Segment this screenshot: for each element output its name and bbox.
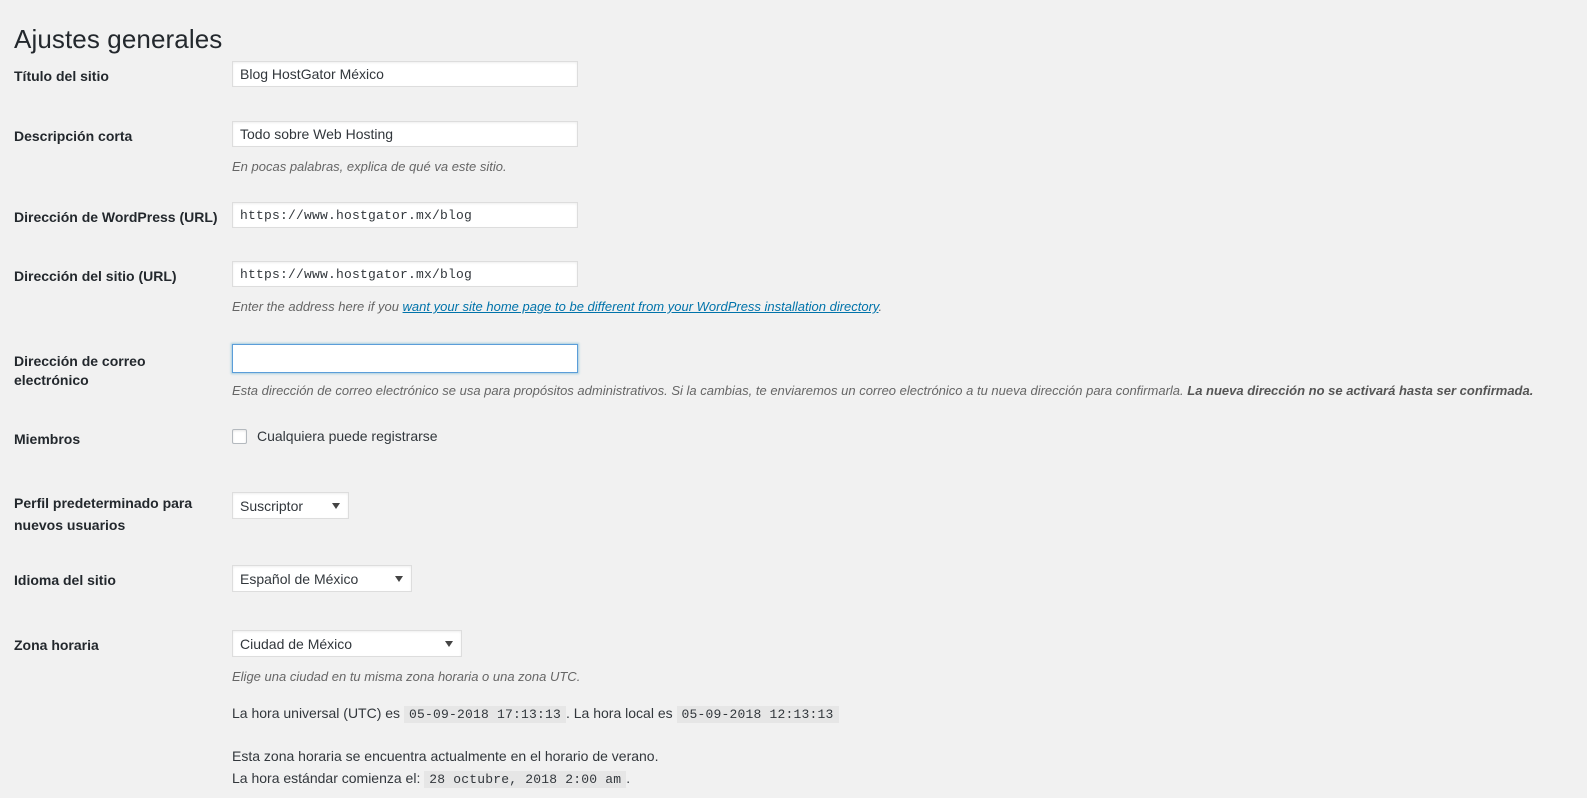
site-title-input[interactable]: [232, 61, 578, 87]
utc-time-prefix: La hora universal (UTC) es: [232, 705, 401, 721]
tagline-input[interactable]: [232, 121, 578, 147]
row-site-title: Título del sitio: [0, 56, 1587, 115]
timezone-description: Elige una ciudad en tu misma zona horari…: [232, 669, 581, 684]
row-tagline: Descripción corta En pocas palabras, exp…: [0, 115, 1587, 196]
row-site-language: Idioma del sitio Español de México: [0, 562, 1587, 621]
chevron-down-icon: [445, 640, 453, 647]
site-url-description: Enter the address here if you want your …: [232, 298, 882, 316]
site-url-description-prefix: Enter the address here if you: [232, 299, 403, 314]
general-settings-page: Ajustes generales Título del sitio Descr…: [0, 0, 1587, 798]
label-wordpress-url: Dirección de WordPress (URL): [14, 209, 218, 225]
row-default-role: Perfil predeterminado para nuevos usuari…: [0, 492, 1587, 562]
label-tagline: Descripción corta: [14, 128, 133, 144]
row-admin-email: Dirección de correo electrónico Esta dir…: [0, 339, 1587, 422]
wordpress-url-input[interactable]: [232, 202, 578, 228]
timezone-value: Ciudad de México: [240, 635, 353, 652]
row-timezone: Zona horaria Ciudad de México Elige una …: [0, 621, 1587, 788]
label-site-title: Título del sitio: [14, 68, 109, 84]
default-role-value: Suscriptor: [240, 497, 304, 514]
membership-checkbox[interactable]: [232, 428, 247, 444]
admin-email-description: Esta dirección de correo electrónico se …: [232, 382, 1533, 400]
admin-email-description-bold: La nueva dirección no se activará hasta …: [1187, 383, 1534, 398]
tagline-description: En pocas palabras, explica de qué va est…: [232, 159, 507, 174]
settings-form-table: Título del sitio Descripción corta En po…: [0, 56, 1587, 788]
chevron-down-icon: [395, 575, 403, 582]
site-url-description-suffix: .: [878, 299, 883, 314]
admin-email-description-normal: Esta dirección de correo electrónico se …: [232, 383, 1188, 398]
timezone-select[interactable]: Ciudad de México: [232, 630, 462, 657]
timezone-dst-notice: Esta zona horaria se encuentra actualmen…: [232, 748, 659, 764]
local-time-prefix: . La hora local es: [565, 705, 673, 721]
admin-email-input[interactable]: [232, 344, 578, 373]
standard-time-value: 28 octubre, 2018 2:00 am: [424, 771, 627, 788]
utc-time-value: 05-09-2018 17:13:13: [403, 706, 566, 723]
label-default-role: Perfil predeterminado para nuevos usuari…: [14, 495, 193, 533]
site-language-select[interactable]: Español de México: [232, 565, 412, 592]
label-site-language: Idioma del sitio: [14, 572, 116, 588]
label-site-url: Dirección del sitio (URL): [14, 268, 177, 284]
standard-time-prefix: La hora estándar comienza el:: [232, 770, 421, 786]
row-site-url: Dirección del sitio (URL) Enter the addr…: [0, 255, 1587, 339]
membership-checkbox-row[interactable]: Cualquiera puede registrarse: [232, 427, 438, 445]
site-language-value: Español de México: [240, 570, 359, 587]
site-url-input[interactable]: [232, 261, 578, 287]
timezone-current-times: La hora universal (UTC) es 05-09-2018 17…: [232, 702, 839, 726]
label-timezone: Zona horaria: [14, 637, 99, 653]
default-role-select[interactable]: Suscriptor: [232, 492, 349, 519]
label-admin-email: Dirección de correo electrónico: [14, 353, 146, 388]
label-membership: Miembros: [14, 431, 81, 447]
timezone-standard-time: La hora estándar comienza el: 28 octubre…: [232, 767, 839, 791]
membership-checkbox-label: Cualquiera puede registrarse: [257, 428, 438, 444]
page-title: Ajustes generales: [14, 24, 223, 55]
row-wordpress-url: Dirección de WordPress (URL): [0, 196, 1587, 255]
standard-time-suffix: .: [626, 770, 631, 786]
chevron-down-icon: [332, 502, 340, 509]
installation-directory-link[interactable]: want your site home page to be different…: [403, 299, 879, 314]
local-time-value: 05-09-2018 12:13:13: [676, 706, 839, 723]
row-membership: Miembros Cualquiera puede registrarse: [0, 422, 1587, 492]
